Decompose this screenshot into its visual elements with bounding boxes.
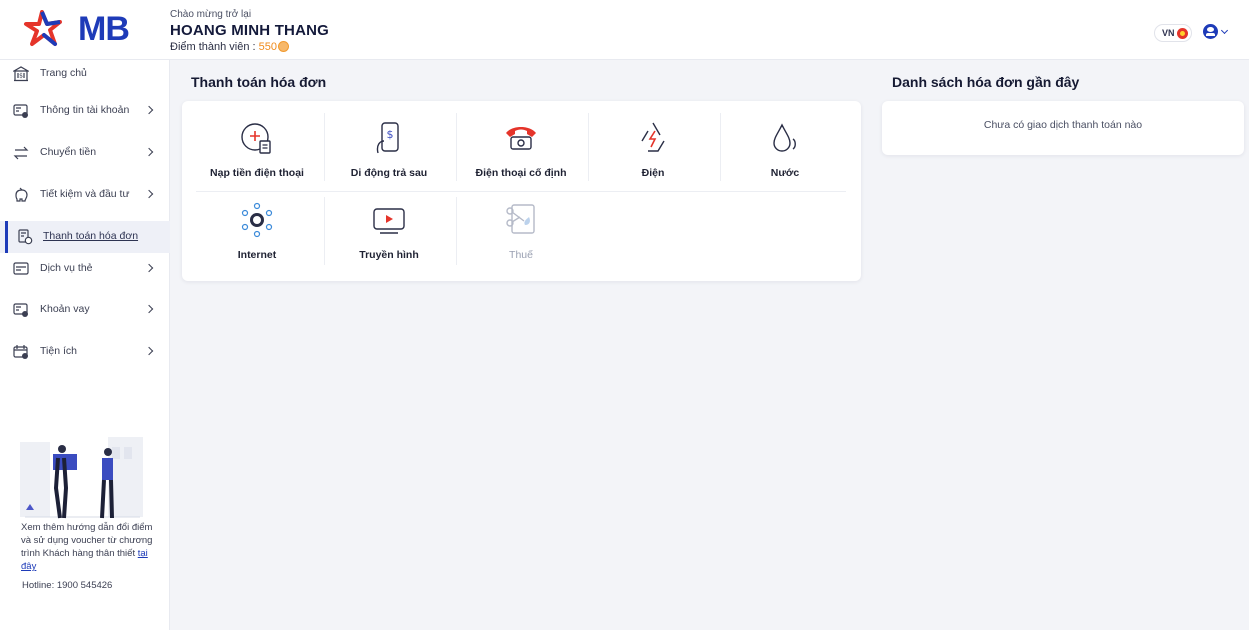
sidebar-item-label: Khoản vay: [40, 303, 90, 315]
phone-topup-icon: [241, 123, 271, 154]
chevron-right-icon: [144, 189, 154, 199]
bank-icon: $: [13, 66, 29, 82]
loyalty-illustration: [20, 437, 143, 519]
service-electricity[interactable]: Điện: [587, 109, 719, 195]
svg-text:$: $: [387, 128, 394, 141]
card-service-icon: [13, 262, 29, 275]
mb-star-logo-icon: [24, 10, 62, 46]
sidebar-item-label: Tiện ích: [40, 345, 77, 357]
chevron-right-icon: [144, 147, 154, 157]
transfer-icon: [13, 146, 29, 160]
service-label: Truyền hình: [359, 249, 419, 261]
service-label: Điện thoại cố định: [475, 167, 567, 179]
bill-icon: [18, 229, 33, 245]
service-landline[interactable]: Điện thoại cố định: [455, 109, 587, 195]
chevron-down-icon: [1220, 26, 1229, 35]
user-avatar-icon: [1203, 24, 1218, 39]
empty-state-text: Chưa có giao dịch thanh toán nào: [983, 119, 1143, 131]
chevron-right-icon: [144, 346, 154, 356]
service-internet[interactable]: Internet: [191, 191, 323, 277]
piggy-bank-icon: [15, 187, 28, 202]
sidebar-item-home[interactable]: $ Trang chủ: [0, 58, 170, 90]
sidebar-item-account-info[interactable]: Thông tin tài khoản: [0, 95, 170, 127]
chevron-right-icon: [144, 105, 154, 115]
vietnam-flag-icon: [1177, 28, 1188, 39]
sidebar-item-label: Trang chủ: [40, 67, 87, 79]
service-label: Thuế: [509, 249, 533, 261]
sidebar: $ Trang chủ Thông tin tài khoản Chuyển t…: [0, 60, 170, 630]
sidebar-item-label: Thông tin tài khoản: [40, 104, 130, 116]
sidebar-item-label: Chuyển tiền: [40, 146, 97, 158]
language-code: VN: [1162, 28, 1175, 38]
sidebar-item-label: Dịch vụ thẻ: [40, 262, 93, 274]
chevron-right-icon: [144, 304, 154, 314]
service-label: Di động trả sau: [350, 167, 428, 179]
service-water[interactable]: Nước: [719, 109, 851, 195]
points-value: 550: [258, 41, 278, 53]
promo-description: Xem thêm hướng dẫn đổi điểm và sử dụng v…: [21, 522, 153, 559]
sidebar-item-utilities[interactable]: Tiện ích: [0, 336, 170, 368]
service-tax[interactable]: Thuế: [455, 191, 587, 277]
service-tv[interactable]: Truyền hình: [323, 191, 455, 277]
coin-icon: [278, 41, 290, 52]
utilities-icon: [13, 345, 28, 359]
points-label: Điểm thành viên :: [170, 41, 259, 53]
bill-services-card: Nạp tiền điện thoại $ Di động trả sau Đi…: [182, 101, 861, 281]
sidebar-item-bill-payment[interactable]: Thanh toán hóa đơn: [0, 221, 170, 253]
user-menu-button[interactable]: [1203, 22, 1233, 42]
loan-icon: [13, 303, 28, 317]
language-switcher[interactable]: VN: [1154, 24, 1192, 42]
page-title: Thanh toán hóa đơn: [191, 74, 327, 90]
sidebar-item-card-services[interactable]: Dịch vụ thẻ: [0, 253, 170, 285]
service-label: Nạp tiền điện thoại: [210, 167, 304, 179]
top-header: MB Chào mừng trở lại HOANG MINH THANG Đi…: [0, 0, 1249, 60]
recent-bills-title: Danh sách hóa đơn gần đây: [892, 74, 1080, 90]
logo-text: MB: [78, 10, 130, 48]
sidebar-item-loans[interactable]: Khoản vay: [0, 294, 170, 326]
mb-logo[interactable]: MB: [22, 8, 142, 52]
tax-icon: [506, 204, 535, 234]
service-postpaid-mobile[interactable]: $ Di động trả sau: [323, 109, 455, 195]
electricity-icon: [641, 122, 665, 152]
user-name: HOANG MINH THANG: [170, 22, 330, 39]
water-drop-icon: [773, 123, 796, 152]
member-points: Điểm thành viên : 550: [170, 41, 290, 53]
recent-bills-card: Chưa có giao dịch thanh toán nào: [882, 101, 1244, 155]
sidebar-item-savings[interactable]: Tiết kiệm và đầu tư: [0, 179, 170, 211]
postpaid-mobile-icon: $: [376, 122, 399, 154]
service-label: Điện: [641, 167, 665, 179]
hotline-text: Hotline: 1900 545426: [22, 580, 113, 591]
account-card-icon: [13, 104, 28, 118]
service-label: Internet: [237, 249, 277, 261]
service-phone-topup[interactable]: Nạp tiền điện thoại: [191, 109, 323, 195]
sidebar-item-transfer[interactable]: Chuyển tiền: [0, 137, 170, 169]
tv-icon: [373, 208, 405, 234]
svg-text:$: $: [19, 73, 23, 80]
service-label: Nước: [770, 167, 800, 179]
sidebar-item-label: Tiết kiệm và đầu tư: [40, 188, 130, 200]
chevron-right-icon: [144, 263, 154, 273]
sidebar-item-label: Thanh toán hóa đơn: [43, 230, 139, 242]
internet-globe-icon: [241, 202, 273, 238]
loyalty-promo-text: Xem thêm hướng dẫn đổi điểm và sử dụng v…: [21, 521, 161, 573]
welcome-text: Chào mừng trở lại: [170, 9, 252, 20]
landline-phone-icon: [506, 127, 536, 150]
